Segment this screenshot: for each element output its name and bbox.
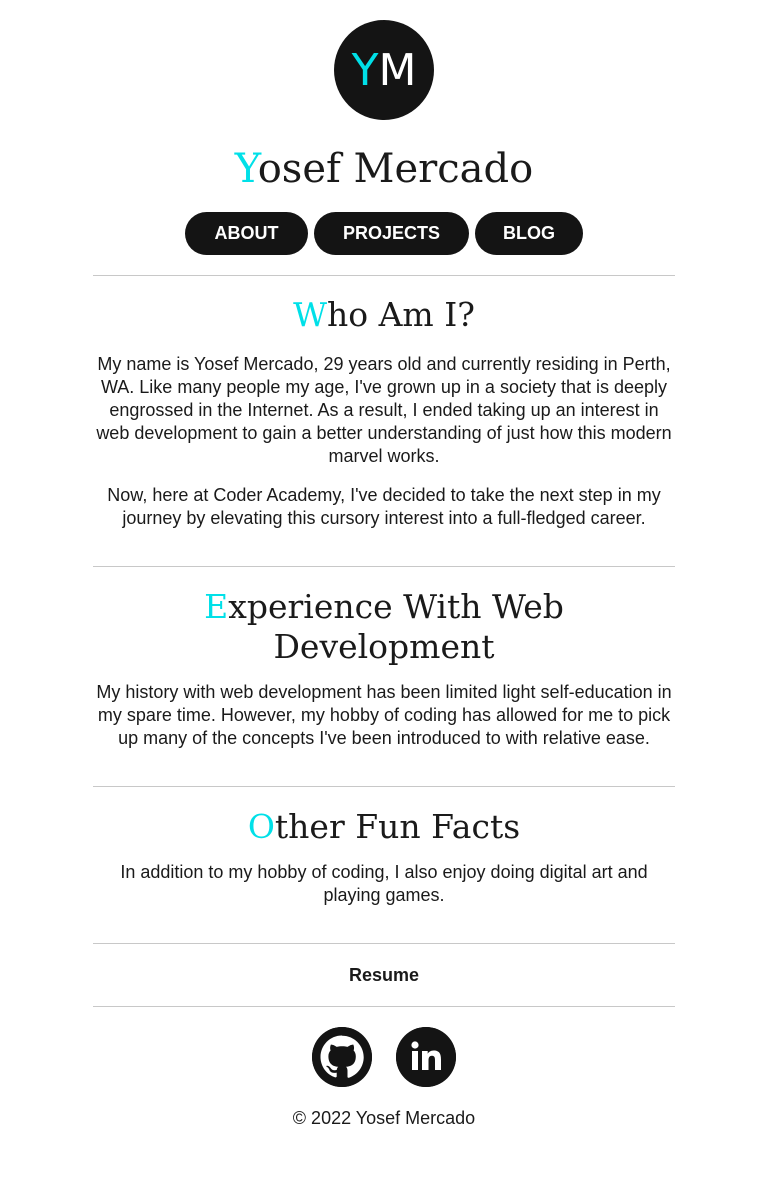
section-title-accent: W — [293, 295, 327, 334]
divider — [93, 943, 675, 944]
site-title: Yosef Mercado — [93, 146, 675, 192]
main-nav: ABOUT PROJECTS BLOG — [93, 212, 675, 255]
section-paragraph: My name is Yosef Mercado, 29 years old a… — [96, 354, 672, 466]
section-title-accent: E — [204, 587, 229, 626]
nav-blog-button[interactable]: BLOG — [475, 212, 583, 255]
section-title-rest: xperience With Web Development — [228, 587, 564, 666]
logo-letter-m: M — [378, 44, 417, 96]
social-links — [93, 1027, 675, 1087]
section-fun-facts: Other Fun Facts In addition to my hobby … — [93, 787, 675, 907]
logo-letter-y: Y — [351, 44, 379, 96]
nav-projects-button[interactable]: PROJECTS — [314, 212, 469, 255]
logo[interactable]: YM — [334, 20, 434, 120]
copyright: © 2022 Yosef Mercado — [292, 1108, 476, 1128]
section-who-am-i: Who Am I? My name is Yosef Mercado, 29 y… — [93, 276, 675, 530]
site-title-accent: Y — [234, 146, 258, 192]
section-title-rest: ho Am I? — [326, 295, 475, 334]
resume-link[interactable]: Resume — [93, 964, 675, 986]
site-title-rest: osef Mercado — [257, 146, 534, 192]
section-title: Other Fun Facts — [93, 807, 675, 847]
section-paragraph: Now, here at Coder Academy, I've decided… — [107, 485, 661, 528]
section-title-rest: ther Fun Facts — [274, 807, 521, 846]
section-title-accent: O — [247, 807, 275, 846]
linkedin-icon[interactable] — [396, 1027, 456, 1087]
github-icon[interactable] — [312, 1027, 372, 1087]
section-paragraph: In addition to my hobby of coding, I als… — [120, 862, 648, 905]
section-title: Who Am I? — [93, 291, 675, 339]
section-title: Experience With Web Development — [93, 587, 675, 667]
section-experience: Experience With Web Development My histo… — [93, 567, 675, 750]
page: YM Yosef Mercado ABOUT PROJECTS BLOG Who… — [93, 0, 675, 1129]
divider — [93, 1006, 675, 1007]
nav-about-button[interactable]: ABOUT — [185, 212, 308, 255]
logo-wrap: YM — [93, 0, 675, 120]
section-paragraph: My history with web development has been… — [96, 682, 672, 748]
